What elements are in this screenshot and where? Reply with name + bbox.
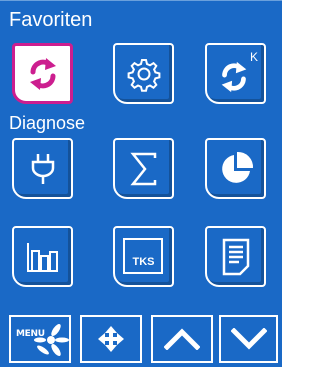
diagnosis-document-tile[interactable]	[205, 226, 266, 287]
bar-chart-icon	[26, 242, 58, 272]
favorites-heading: Favoriten	[9, 9, 93, 31]
refresh-k-icon	[221, 61, 246, 92]
diagnosis-bar-chart-tile[interactable]	[12, 226, 73, 287]
chevron-down-icon	[230, 328, 267, 350]
document-icon	[222, 238, 249, 275]
sigma-icon	[129, 152, 156, 185]
gear-icon	[127, 58, 160, 92]
favorite-refresh-k-tile[interactable]: K	[205, 43, 266, 104]
diagnosis-plug-tile[interactable]	[12, 138, 73, 199]
diagnosis-pie-tile[interactable]	[205, 138, 266, 199]
scroll-down-button[interactable]	[219, 315, 278, 363]
tks-label: TKS	[132, 255, 155, 268]
refresh-icon	[29, 57, 56, 90]
chevron-up-icon	[164, 328, 200, 350]
move-icon	[98, 326, 124, 352]
pie-chart-icon	[221, 151, 253, 183]
favorite-settings-tile[interactable]	[113, 43, 174, 104]
diagnosis-tks-tile[interactable]: TKS	[113, 226, 174, 287]
menu-button[interactable]: MENU	[9, 315, 71, 363]
menu-icon	[34, 324, 69, 356]
diagnosis-sum-tile[interactable]	[113, 138, 174, 199]
superscript-k-label: K	[249, 50, 258, 64]
favorites-screen: Favoriten K Diagnose TKS MENU	[0, 0, 282, 367]
move-button[interactable]	[80, 315, 142, 363]
plug-icon	[31, 153, 54, 184]
favorite-refresh-tile[interactable]	[12, 43, 73, 104]
scroll-up-button[interactable]	[151, 315, 213, 363]
diagnosis-heading: Diagnose	[9, 113, 86, 133]
